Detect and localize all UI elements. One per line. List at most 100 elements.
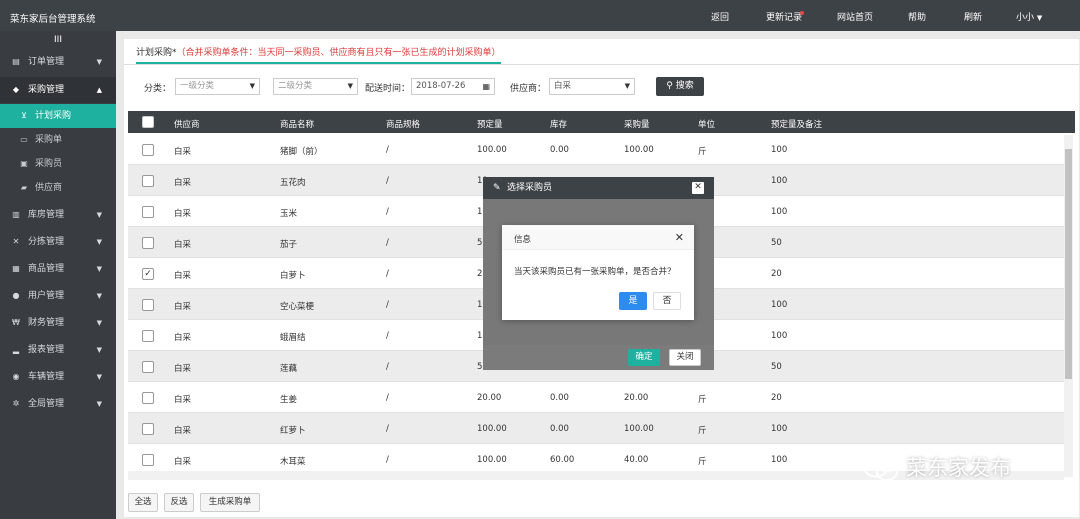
select-value: 一级分类 (180, 81, 215, 91)
cell-purchase: 40.00 (624, 455, 649, 465)
dialog-header: 信息 ✕ (502, 225, 694, 250)
supplier-select[interactable]: 白采 ▼ (549, 78, 635, 95)
help-link[interactable]: 帮助 (908, 10, 926, 23)
cell-stock: 0.00 (550, 424, 569, 434)
scroll-thumb[interactable] (1065, 149, 1072, 379)
table-row[interactable]: 白采 红萝卜 / 100.00 0.00 100.00 斤 100 (128, 413, 1064, 444)
edit-icon: ✎ (493, 183, 501, 193)
delivery-date-input[interactable]: 2018-07-26 ▦ (411, 78, 495, 95)
cell-name: 茄子 (280, 240, 298, 250)
row-checkbox[interactable] (142, 206, 154, 218)
sidebar-item-sorting[interactable]: ✕ 分拣管理 ▼ (0, 229, 116, 255)
row-checkbox[interactable] (142, 237, 154, 249)
cell-note: 100 (771, 300, 788, 310)
cell-unit: 斤 (698, 457, 707, 467)
updates-link[interactable]: 更新记录 (766, 10, 802, 23)
row-checkbox[interactable] (142, 423, 154, 435)
cell-note: 50 (771, 362, 782, 372)
date-value: 2018-07-26 (416, 81, 466, 91)
select-all-button[interactable]: 全选 (128, 493, 158, 512)
home-link[interactable]: 网站首页 (837, 10, 873, 23)
cell-note: 100 (771, 176, 788, 186)
back-link[interactable]: 返回 (711, 10, 729, 23)
row-checkbox[interactable] (142, 144, 154, 156)
invert-selection-button[interactable]: 反选 (164, 493, 194, 512)
cell-unit: 斤 (698, 395, 707, 405)
delivery-date-label: 配送时间： (365, 84, 411, 94)
truck-icon: ▰ (20, 183, 28, 192)
caret-down-icon: ▼ (96, 238, 102, 246)
users-icon: ● (12, 291, 20, 300)
sidebar-item-label: 订单管理 (28, 57, 65, 67)
sidebar-item-warehouse[interactable]: ▥ 库房管理 ▼ (0, 202, 116, 228)
row-checkbox[interactable] (142, 392, 154, 404)
confirm-button[interactable]: 确定 (628, 349, 660, 366)
select-value: 白采 (554, 81, 572, 91)
sidebar-item-finance[interactable]: ₩ 财务管理 ▼ (0, 310, 116, 336)
sidebar-item-goods[interactable]: ▦ 商品管理 ▼ (0, 256, 116, 282)
cell-supplier: 白采 (174, 395, 192, 405)
caret-down-icon: ▼ (249, 82, 255, 90)
caret-down-icon: ▼ (96, 373, 102, 381)
caret-down-icon: ▼ (96, 211, 102, 219)
update-dot (800, 11, 804, 15)
tab-plan-purchase[interactable]: 计划采购*（合并采购单条件：当天同一采购员、供应商有且只有一张已生成的计划采购单… (136, 45, 501, 64)
top-bar: 菜东家后台管理系统 返回 更新记录 网站首页 帮助 刷新 小小 ▼ (0, 0, 1080, 31)
row-checkbox[interactable] (142, 299, 154, 311)
sidebar-subitem-buyer[interactable]: ▣ 采购员 (0, 152, 116, 176)
sidebar-subitem-plan-purchase[interactable]: ⊻ 计划采购 (0, 104, 116, 128)
category-level2-select[interactable]: 二级分类 ▼ (273, 78, 358, 95)
sidebar-collapse-toggle[interactable]: III (0, 31, 116, 49)
vertical-scrollbar[interactable] (1064, 135, 1073, 477)
col-header-booked: 预定量 (477, 120, 503, 130)
user-menu[interactable]: 小小 ▼ (1016, 10, 1042, 23)
sidebar-subitem-purchase-order[interactable]: ▭ 采购单 (0, 128, 116, 152)
user-name: 小小 (1016, 13, 1035, 23)
close-icon[interactable]: ✕ (692, 182, 704, 194)
row-checkbox[interactable] (142, 361, 154, 373)
row-checkbox[interactable] (142, 175, 154, 187)
table-row[interactable]: 白采 生姜 / 20.00 0.00 20.00 斤 20 (128, 382, 1064, 413)
row-checkbox-checked[interactable]: ✓ (142, 268, 154, 280)
category-label: 分类： (144, 84, 172, 94)
caret-down-icon: ▼ (96, 292, 102, 300)
sidebar-item-global[interactable]: ✲ 全局管理 ▼ (0, 391, 116, 417)
close-button[interactable]: 关闭 (669, 349, 701, 366)
cell-spec: / (386, 424, 389, 434)
cart-icon: ⊻ (21, 111, 27, 120)
caret-up-icon: ▲ (96, 86, 102, 94)
tab-title: 计划采购* (136, 48, 177, 58)
table-row[interactable]: 白采 猪脚（前） / 100.00 0.00 100.00 斤 100 (128, 134, 1064, 165)
cell-supplier: 白采 (174, 209, 192, 219)
sidebar-item-orders[interactable]: ▤ 订单管理 ▼ (0, 49, 116, 75)
close-icon[interactable]: ✕ (675, 231, 684, 244)
yes-button[interactable]: 是 (619, 292, 647, 310)
sidebar-item-users[interactable]: ● 用户管理 ▼ (0, 283, 116, 309)
refresh-link[interactable]: 刷新 (964, 10, 982, 23)
sidebar-subitem-supplier[interactable]: ▰ 供应商 (0, 176, 116, 200)
sidebar-subitem-label: 采购单 (35, 135, 63, 145)
cell-supplier: 白采 (174, 426, 192, 436)
cell-unit: 斤 (698, 147, 707, 157)
col-header-unit: 单位 (698, 120, 716, 130)
select-all-checkbox[interactable] (142, 116, 154, 128)
sidebar-item-purchase[interactable]: ◆ 采购管理 ▲ (0, 77, 116, 103)
cell-booked: 100.00 (477, 455, 507, 465)
search-button[interactable]: ⚲ 搜索 (656, 77, 704, 96)
sidebar-item-reports[interactable]: ▂ 报表管理 ▼ (0, 337, 116, 363)
cell-name: 木耳菜 (280, 457, 306, 467)
row-checkbox[interactable] (142, 330, 154, 342)
cell-spec: / (386, 300, 389, 310)
sidebar-item-label: 采购管理 (28, 85, 65, 95)
generate-purchase-order-button[interactable]: 生成采购单 (200, 493, 260, 512)
cell-purchase: 20.00 (624, 393, 649, 403)
supplier-label: 供应商： (510, 84, 547, 94)
calendar-icon: ▭ (20, 135, 28, 144)
no-button[interactable]: 否 (653, 292, 681, 310)
cell-spec: / (386, 207, 389, 217)
row-checkbox[interactable] (142, 454, 154, 466)
sidebar-item-vehicles[interactable]: ◉ 车辆管理 ▼ (0, 364, 116, 390)
id-card-icon: ▣ (20, 159, 28, 168)
category-level1-select[interactable]: 一级分类 ▼ (175, 78, 260, 95)
chart-icon: ▂ (12, 345, 20, 354)
